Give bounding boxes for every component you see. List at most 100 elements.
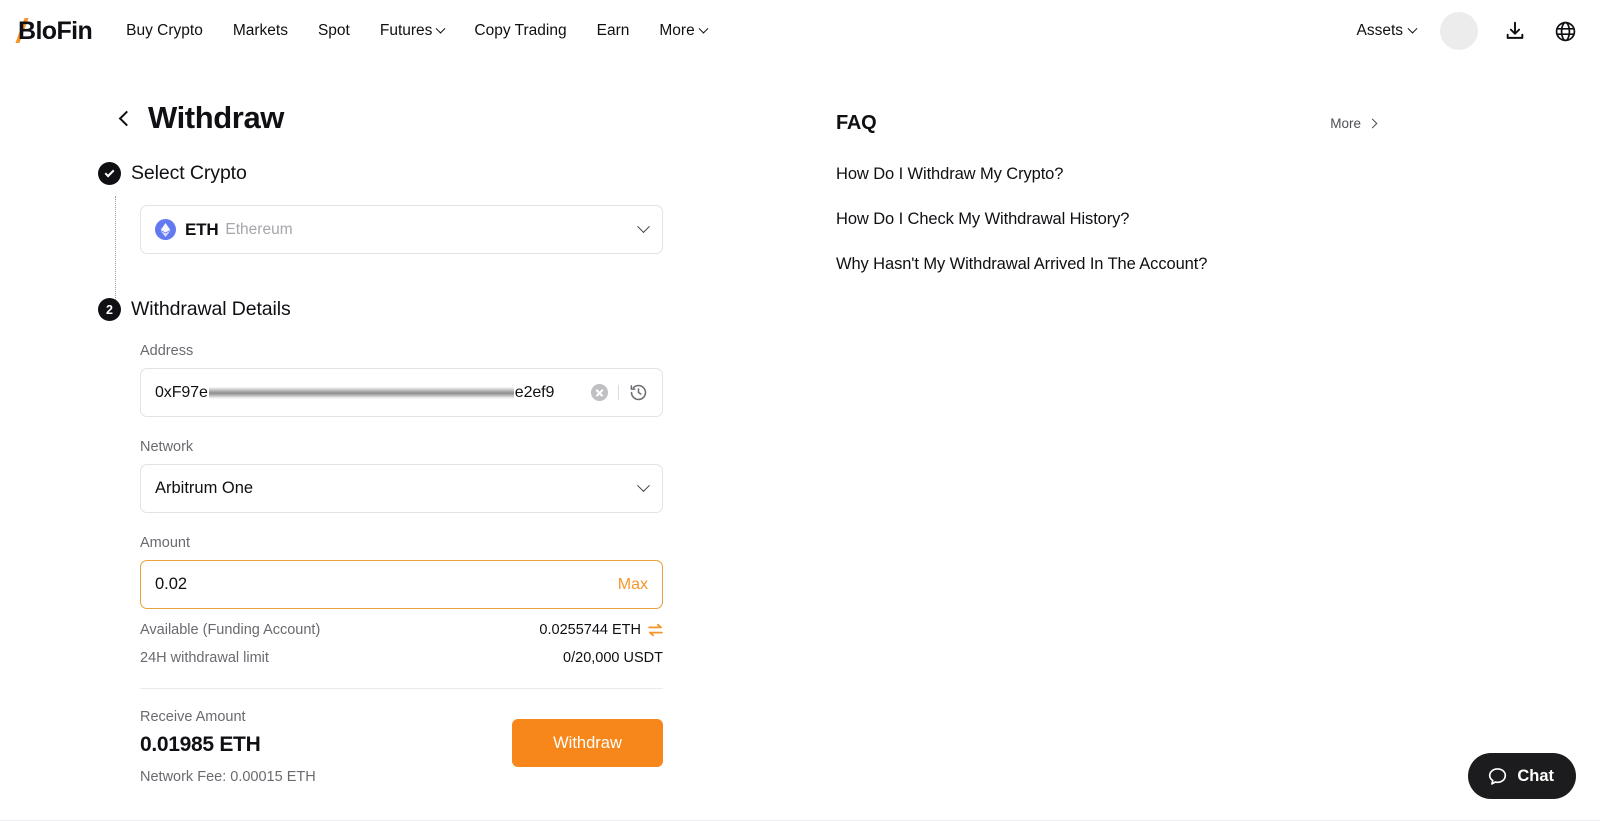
faq-column: FAQ More How Do I Withdraw My Crypto? Ho… bbox=[760, 100, 1600, 821]
step1-badge-complete bbox=[98, 162, 121, 185]
available-label: Available (Funding Account) bbox=[140, 622, 321, 638]
network-fee-text: Network Fee: 0.00015 ETH bbox=[140, 769, 316, 785]
amount-label: Amount bbox=[140, 535, 190, 551]
nav-item-copy-trading[interactable]: Copy Trading bbox=[474, 22, 566, 40]
limit-label: 24H withdrawal limit bbox=[140, 650, 269, 666]
nav-item-spot[interactable]: Spot bbox=[318, 22, 350, 40]
step1-label: Select Crypto bbox=[131, 162, 247, 184]
faq-header: FAQ More bbox=[836, 112, 1378, 135]
address-input[interactable]: 0xF97e e2ef9 bbox=[140, 368, 663, 417]
selected-coin-symbol: ETH bbox=[185, 219, 219, 239]
chevron-right-icon bbox=[1367, 118, 1378, 129]
nav-label: Copy Trading bbox=[474, 22, 567, 39]
chat-label: Chat bbox=[1517, 766, 1554, 785]
receive-text-group: Receive Amount 0.01985 ETH Network Fee: … bbox=[140, 709, 316, 785]
faq-title: FAQ bbox=[836, 112, 877, 134]
chevron-down-icon bbox=[637, 479, 650, 493]
faq-item[interactable]: How Do I Withdraw My Crypto? bbox=[836, 165, 1600, 184]
available-balance-row: Available (Funding Account) 0.0255744 ET… bbox=[140, 622, 663, 638]
chevron-down-icon bbox=[1407, 23, 1418, 34]
withdrawal-limit-row: 24H withdrawal limit 0/20,000 USDT bbox=[140, 650, 663, 666]
steps-container: Select Crypto ETH Ethereum 2 Withdrawal … bbox=[98, 162, 760, 785]
main-nav: Buy Crypto Markets Spot Futures Copy Tra… bbox=[126, 22, 709, 40]
chevron-down-icon bbox=[637, 220, 650, 234]
top-header: BloFin Buy Crypto Markets Spot Futures C… bbox=[0, 0, 1600, 62]
address-field-group: Address 0xF97e e2ef9 bbox=[140, 343, 760, 417]
withdraw-submit-button[interactable]: Withdraw bbox=[512, 719, 663, 767]
step-withdrawal-details: 2 Withdrawal Details Address 0xF97e e2ef9 bbox=[98, 298, 760, 785]
address-label: Address bbox=[140, 343, 194, 359]
chat-bubble-icon bbox=[1489, 767, 1507, 785]
nav-label: Spot bbox=[317, 22, 350, 39]
faq-item[interactable]: Why Hasn't My Withdrawal Arrived In The … bbox=[836, 255, 1600, 274]
nav-item-buy-crypto[interactable]: Buy Crypto bbox=[126, 22, 203, 40]
nav-item-futures[interactable]: Futures bbox=[379, 22, 446, 40]
available-value-group: 0.0255744 ETH bbox=[539, 622, 663, 638]
assets-menu[interactable]: Assets bbox=[1356, 22, 1418, 40]
field-divider bbox=[618, 385, 619, 400]
network-select[interactable]: Arbitrum One bbox=[140, 464, 663, 513]
page-title: Withdraw bbox=[148, 100, 285, 135]
amount-input[interactable]: 0.02 Max bbox=[140, 560, 663, 609]
assets-label: Assets bbox=[1356, 22, 1403, 39]
nav-label: Futures bbox=[379, 22, 433, 39]
withdraw-page: Withdraw Select Crypto ETH Ethereum 2 Wi… bbox=[0, 62, 1600, 821]
step1-header: Select Crypto bbox=[98, 162, 760, 185]
limit-value: 0/20,000 USDT bbox=[563, 650, 663, 666]
eth-diamond-glyph bbox=[160, 222, 171, 237]
nav-label: More bbox=[659, 22, 695, 39]
step-select-crypto: Select Crypto ETH Ethereum bbox=[98, 162, 760, 254]
transfer-icon bbox=[648, 623, 663, 637]
page-title-row: Withdraw bbox=[114, 100, 760, 136]
language-button[interactable] bbox=[1552, 18, 1578, 44]
nav-label: Buy Crypto bbox=[126, 22, 203, 39]
address-history-button[interactable] bbox=[629, 383, 648, 402]
nav-label: Earn bbox=[596, 22, 630, 39]
nav-item-earn[interactable]: Earn bbox=[597, 22, 630, 40]
chevron-down-icon bbox=[435, 23, 446, 34]
step-connector-line bbox=[115, 196, 116, 302]
globe-icon bbox=[1555, 21, 1575, 41]
available-value: 0.0255744 ETH bbox=[539, 622, 641, 638]
step2-header: 2 Withdrawal Details bbox=[98, 298, 760, 321]
receive-summary: Receive Amount 0.01985 ETH Network Fee: … bbox=[140, 709, 663, 785]
check-icon bbox=[104, 167, 115, 177]
max-button[interactable]: Max bbox=[618, 576, 648, 594]
blofin-logo[interactable]: BloFin bbox=[15, 16, 93, 46]
receive-amount-label: Receive Amount bbox=[140, 709, 246, 725]
faq-list: How Do I Withdraw My Crypto? How Do I Ch… bbox=[836, 165, 1600, 274]
address-suffix: e2ef9 bbox=[514, 383, 555, 401]
avatar[interactable] bbox=[1440, 12, 1478, 50]
eth-coin-icon bbox=[155, 219, 176, 240]
download-icon bbox=[1506, 21, 1524, 39]
amount-field-group: Amount 0.02 Max bbox=[140, 535, 760, 609]
download-app-button[interactable] bbox=[1502, 18, 1528, 44]
chat-widget-button[interactable]: Chat bbox=[1468, 753, 1576, 799]
network-label: Network bbox=[140, 439, 194, 455]
address-value: 0xF97e e2ef9 bbox=[155, 384, 554, 402]
faq-item[interactable]: How Do I Check My Withdrawal History? bbox=[836, 210, 1600, 229]
faq-more-link[interactable]: More bbox=[1330, 116, 1378, 131]
nav-item-markets[interactable]: Markets bbox=[233, 22, 288, 40]
back-chevron-icon[interactable] bbox=[118, 110, 135, 126]
selected-coin-name: Ethereum bbox=[225, 220, 293, 238]
header-right-group: Assets bbox=[1356, 12, 1578, 50]
clear-icon[interactable] bbox=[591, 384, 608, 401]
step2-badge-number: 2 bbox=[98, 298, 121, 321]
network-value: Arbitrum One bbox=[155, 479, 254, 497]
address-prefix: 0xF97e bbox=[155, 383, 208, 401]
chevron-down-icon bbox=[698, 23, 709, 34]
faq-more-label: More bbox=[1330, 116, 1361, 131]
history-icon bbox=[630, 384, 647, 401]
logo-text: BloFin bbox=[18, 16, 93, 45]
network-field-group: Network Arbitrum One bbox=[140, 439, 760, 513]
nav-item-more[interactable]: More bbox=[659, 22, 709, 40]
receive-amount-value: 0.01985 ETH bbox=[140, 733, 261, 756]
section-divider bbox=[140, 688, 663, 689]
withdraw-form-column: Withdraw Select Crypto ETH Ethereum 2 Wi… bbox=[0, 100, 760, 821]
transfer-button[interactable] bbox=[648, 623, 663, 637]
address-redaction-bar bbox=[208, 386, 514, 399]
step2-label: Withdrawal Details bbox=[131, 298, 291, 320]
amount-value: 0.02 bbox=[155, 575, 188, 593]
crypto-selector[interactable]: ETH Ethereum bbox=[140, 205, 663, 254]
